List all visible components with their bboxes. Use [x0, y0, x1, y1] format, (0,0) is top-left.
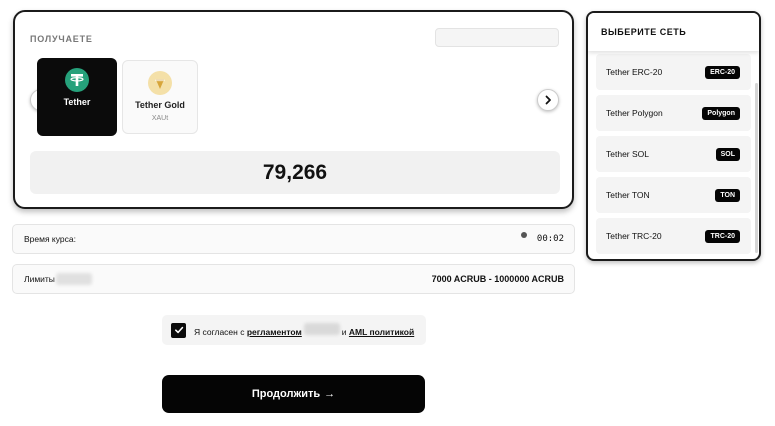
coin-card-tether-gold[interactable]: Tether Gold XAUt — [122, 60, 198, 134]
network-item-polygon[interactable]: Tether Polygon Polygon — [596, 95, 751, 131]
network-list: Tether ERC-20 ERC-20 Tether Polygon Poly… — [588, 54, 759, 254]
limits-value: 7000 ACRUB - 1000000 ACRUB — [431, 274, 564, 284]
tether-gold-icon — [148, 71, 172, 95]
currency-search-input[interactable] — [435, 28, 559, 47]
network-badge: ERC-20 — [705, 65, 740, 79]
network-item-label: Tether Polygon — [606, 108, 663, 118]
coin-name: Tether Gold — [135, 100, 185, 110]
network-item-erc20[interactable]: Tether ERC-20 ERC-20 — [596, 54, 751, 90]
limits-label-group: Лимиты — [24, 273, 92, 285]
limits-row: Лимиты 7000 ACRUB - 1000000 ACRUB — [12, 264, 575, 294]
rate-timer-group: 00:02 — [520, 232, 564, 244]
carousel-next-button[interactable] — [537, 89, 559, 111]
network-item-sol[interactable]: Tether SOL SOL — [596, 136, 751, 172]
network-item-label: Tether SOL — [606, 149, 649, 159]
aml-policy-link[interactable]: AML политикой — [349, 327, 414, 337]
network-badge: TRC-20 — [705, 229, 740, 243]
amount-field[interactable]: 79,266 — [30, 151, 560, 194]
rules-link[interactable]: регламентом — [247, 327, 302, 337]
network-item-label: Tether ERC-20 — [606, 67, 663, 77]
network-panel: ВЫБЕРИТЕ СЕТЬ Tether ERC-20 ERC-20 Tethe… — [586, 11, 761, 261]
network-item-label: Tether TRC-20 — [606, 231, 662, 241]
agreement-box: Я согласен с регламентом и AML политикой — [162, 315, 426, 345]
limits-label: Лимиты — [24, 274, 55, 284]
agreement-text: Я согласен с регламентом и AML политикой — [194, 323, 414, 337]
continue-label: Продолжить — [251, 388, 321, 400]
rate-timer: 00:02 — [536, 234, 564, 244]
coin-ticker: XAUt — [151, 115, 169, 122]
receive-card: ПОЛУЧАЕТЕ Tether Tether Gold XAUt 79,266 — [13, 10, 574, 209]
network-badge: TON — [715, 188, 740, 202]
receive-label: ПОЛУЧАЕТЕ — [30, 34, 93, 44]
spinner-icon — [520, 232, 527, 238]
network-item-trc20[interactable]: Tether TRC-20 TRC-20 — [596, 218, 751, 254]
checkmark-icon — [174, 326, 183, 334]
network-item-ton[interactable]: Tether TON TON — [596, 177, 751, 213]
agreement-conjunction: и — [341, 327, 347, 337]
coin-card-tether[interactable]: Tether — [37, 58, 117, 136]
amount-value: 79,266 — [262, 160, 328, 184]
redacted-mask — [55, 273, 92, 285]
coin-name: Tether — [63, 97, 91, 107]
network-title: ВЫБЕРИТЕ СЕТЬ — [588, 13, 759, 51]
network-badge: SOL — [715, 147, 740, 161]
arrow-right-icon: → — [324, 388, 336, 400]
rate-time-label: Время курса: — [24, 234, 76, 244]
network-item-label: Tether TON — [606, 190, 650, 200]
agreement-prefix: Я согласен с — [194, 327, 245, 337]
network-badge: Polygon — [702, 106, 740, 120]
chevron-right-icon — [545, 95, 551, 105]
agreement-checkbox[interactable] — [171, 322, 186, 338]
rate-time-row: Время курса: 00:02 — [12, 224, 575, 254]
continue-button[interactable]: Продолжить → — [162, 375, 425, 413]
tether-icon — [65, 68, 89, 92]
network-scrollbar[interactable] — [755, 83, 758, 253]
redacted-mask — [303, 323, 340, 335]
